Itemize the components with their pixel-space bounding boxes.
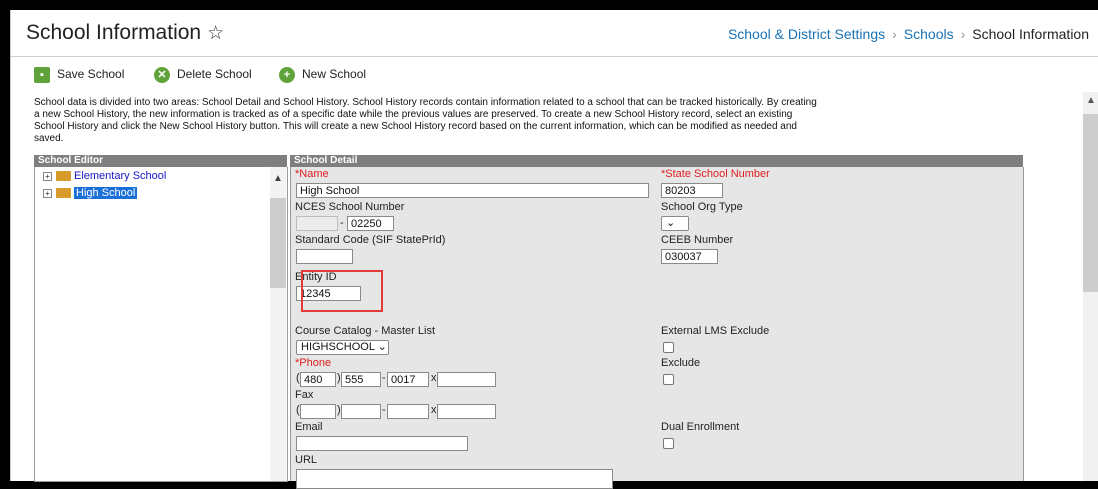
- external-lms-exclude-label: External LMS Exclude: [661, 325, 770, 337]
- save-school-label: Save School: [57, 67, 125, 81]
- app-frame: School Information ☆ School & District Se…: [10, 10, 1098, 489]
- exclude-label: Exclude: [661, 357, 701, 369]
- dual-enrollment-label: Dual Enrollment: [661, 421, 740, 433]
- save-icon: ▪: [34, 66, 50, 83]
- state-school-number-input[interactable]: 80203: [661, 183, 723, 198]
- standard-code-input[interactable]: [296, 249, 353, 264]
- ceeb-number-label: CEEB Number: [661, 234, 734, 246]
- phone-line-input[interactable]: 0017: [387, 372, 429, 387]
- phone-dash: -: [382, 372, 386, 384]
- editor-scrollbar[interactable]: ▲: [270, 167, 286, 481]
- school-folder-icon: [56, 171, 71, 182]
- school-editor-panel: + Elementary School + High School ▲: [34, 167, 288, 482]
- phone-ext-input[interactable]: [437, 372, 496, 387]
- school-org-type-label: School Org Type: [661, 201, 743, 213]
- fax-ext-x: x: [431, 404, 437, 416]
- school-folder-icon: [56, 188, 71, 199]
- nces-label: NCES School Number: [295, 201, 405, 213]
- new-school-label: New School: [302, 67, 367, 81]
- tree-item-high-school[interactable]: + High School: [43, 187, 138, 199]
- fax-area-input[interactable]: [300, 404, 336, 419]
- chevron-down-icon: ⌄: [377, 341, 387, 353]
- course-catalog-select[interactable]: HIGHSCHOOL ⌄: [296, 340, 389, 355]
- dual-enrollment-checkbox[interactable]: [663, 438, 674, 449]
- scroll-up-icon[interactable]: ▲: [273, 173, 283, 184]
- nces-number-input[interactable]: 02250: [347, 216, 394, 231]
- name-input[interactable]: High School: [296, 183, 649, 198]
- star-icon[interactable]: ☆: [207, 23, 224, 44]
- tree-item-label: Elementary School: [74, 170, 167, 182]
- editor-scrollbar-thumb[interactable]: [270, 198, 286, 288]
- fax-label: Fax: [295, 389, 314, 401]
- state-school-number-label: *State School Number: [661, 168, 770, 180]
- page-scrollbar[interactable]: ▲: [1083, 92, 1098, 481]
- course-catalog-value: HIGHSCHOOL: [301, 341, 375, 353]
- expand-icon[interactable]: +: [43, 188, 52, 198]
- course-catalog-label: Course Catalog - Master List: [295, 325, 435, 337]
- nces-prefix-field: [296, 216, 338, 231]
- breadcrumb-district-settings[interactable]: School & District Settings: [728, 26, 885, 42]
- phone-label: *Phone: [295, 357, 332, 369]
- phone-area-input[interactable]: 480: [300, 372, 336, 387]
- school-detail-header: School Detail: [290, 155, 1023, 167]
- breadcrumb-current: School Information: [972, 26, 1089, 42]
- fax-dash: -: [382, 404, 386, 416]
- fax-prefix-input[interactable]: [341, 404, 381, 419]
- name-label: *Name: [295, 168, 329, 180]
- new-school-button[interactable]: + New School: [279, 65, 366, 85]
- chevron-right-icon: ›: [892, 26, 897, 42]
- email-input[interactable]: [296, 436, 468, 451]
- chevron-right-icon: ›: [960, 26, 966, 42]
- chevron-down-icon: ⌄: [666, 217, 676, 229]
- page-title-text: School Information: [26, 21, 202, 44]
- phone-ext-x: x: [431, 372, 437, 384]
- fax-ext-input[interactable]: [437, 404, 496, 419]
- tree-item-elementary[interactable]: + Elementary School: [43, 170, 166, 182]
- url-label: URL: [295, 454, 318, 466]
- standard-code-label: Standard Code (SIF StatePrId): [295, 234, 446, 246]
- breadcrumb-schools[interactable]: Schools: [904, 26, 954, 42]
- school-detail-panel: *Name High School *State School Number 8…: [290, 167, 1024, 489]
- exclude-checkbox[interactable]: [663, 374, 674, 385]
- scroll-up-icon[interactable]: ▲: [1086, 95, 1096, 106]
- email-label: Email: [295, 421, 323, 433]
- breadcrumb: School & District Settings › Schools › Schoo…: [728, 26, 1089, 42]
- ceeb-number-input[interactable]: 030037: [661, 249, 718, 264]
- expand-icon[interactable]: +: [43, 171, 52, 181]
- phone-prefix-input[interactable]: 555: [341, 372, 381, 387]
- page-title: School Information ☆: [26, 21, 224, 45]
- delete-icon: ✕: [154, 66, 170, 83]
- url-input[interactable]: [296, 469, 613, 489]
- plus-icon: +: [279, 66, 295, 83]
- external-lms-exclude-checkbox[interactable]: [663, 342, 674, 353]
- school-editor-header: School Editor: [34, 155, 287, 167]
- scrollbar-thumb[interactable]: [1083, 114, 1098, 292]
- page-header: School Information ☆ School & District Se…: [11, 10, 1098, 57]
- description-text: School data is divided into two areas: S…: [34, 97, 817, 144]
- save-school-button[interactable]: ▪ Save School: [34, 65, 124, 85]
- tree-item-label-selected: High School: [74, 187, 138, 199]
- delete-school-label: Delete School: [177, 67, 252, 81]
- school-org-type-select[interactable]: ⌄: [661, 216, 689, 231]
- delete-school-button[interactable]: ✕ Delete School: [154, 65, 252, 85]
- entity-id-highlight-box: [301, 270, 383, 312]
- fax-line-input[interactable]: [387, 404, 429, 419]
- nces-dash: -: [340, 217, 344, 229]
